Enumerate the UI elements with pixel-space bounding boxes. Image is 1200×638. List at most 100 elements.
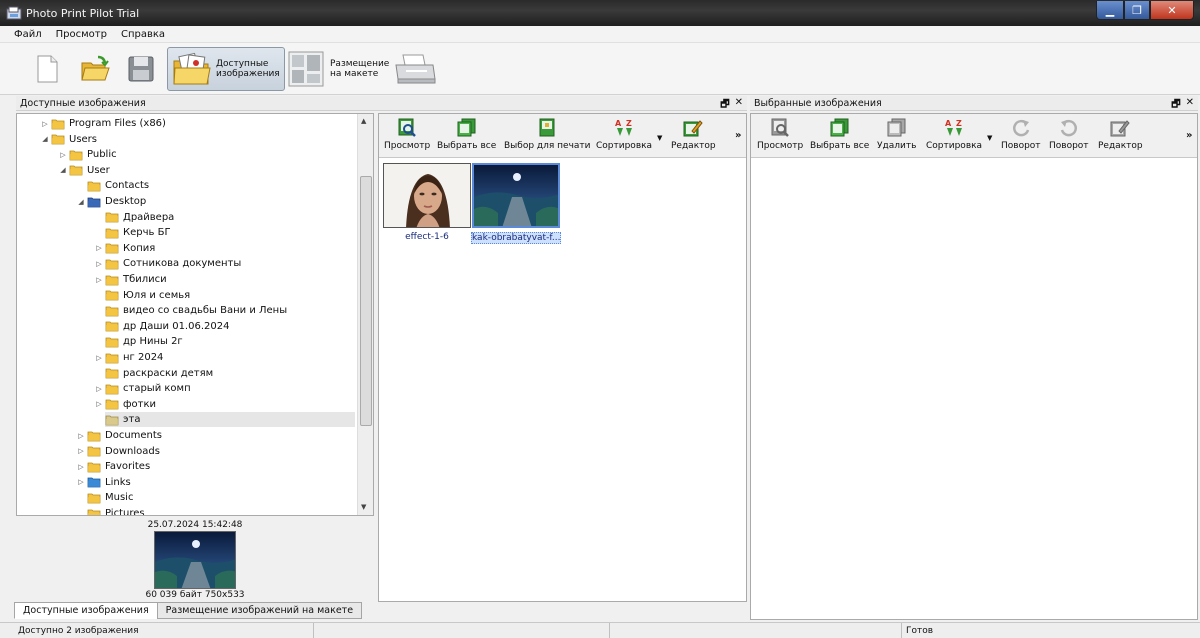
favorites-folder-icon bbox=[87, 462, 101, 473]
expand-arrow-icon[interactable]: ▷ bbox=[93, 400, 105, 408]
tree-item-label: Тбилиси bbox=[123, 274, 167, 285]
pin-icon[interactable]: 🗗 bbox=[1171, 97, 1180, 114]
tree-item[interactable]: ▷ Documents bbox=[75, 428, 162, 443]
more-tools-icon[interactable]: » bbox=[1186, 130, 1192, 141]
collapse-arrow-icon[interactable]: ◢ bbox=[75, 198, 87, 206]
tree-item[interactable]: ▷ Program Files (x86) bbox=[39, 116, 166, 131]
tree-item-label: Downloads bbox=[105, 445, 160, 457]
select-all-button[interactable]: Выбрать все bbox=[437, 118, 496, 151]
title-bar: Photo Print Pilot Trial ▁ ❐ ✕ bbox=[0, 0, 1200, 26]
menu-help[interactable]: Справка bbox=[121, 29, 165, 40]
tree-item[interactable]: ▷ Тбилиси bbox=[93, 272, 167, 287]
tree-item[interactable]: Юля и семья bbox=[93, 288, 190, 303]
tree-item[interactable]: ▷ Favorites bbox=[75, 459, 150, 474]
panel-close-icon[interactable]: ✕ bbox=[1186, 97, 1194, 114]
tree-item[interactable]: видео со свадьбы Вани и Лены bbox=[93, 303, 287, 318]
collapse-arrow-icon[interactable]: ◢ bbox=[39, 135, 51, 143]
expand-arrow-icon[interactable]: ▷ bbox=[93, 260, 105, 268]
menu-file[interactable]: Файл bbox=[14, 29, 42, 40]
rotate-left-icon bbox=[1012, 119, 1029, 137]
view-button[interactable]: Просмотр bbox=[757, 118, 803, 151]
expand-arrow-icon[interactable]: ▷ bbox=[39, 120, 51, 128]
tab-layout[interactable]: Размещение изображений на макете bbox=[156, 602, 363, 619]
tree-item-label: Керчь БГ bbox=[123, 227, 171, 239]
svg-text:A: A bbox=[615, 119, 622, 128]
expand-arrow-icon[interactable]: ▷ bbox=[93, 385, 105, 393]
expand-arrow-icon[interactable]: ▷ bbox=[93, 244, 105, 252]
view-button[interactable]: Просмотр bbox=[384, 118, 430, 151]
panel-close-icon[interactable]: ✕ bbox=[735, 97, 743, 114]
landscape-thumbnail bbox=[472, 163, 560, 228]
sort-button[interactable]: A Z Сортировка bbox=[926, 118, 982, 151]
tab-available-images[interactable]: Доступные изображения bbox=[14, 602, 158, 619]
sort-button[interactable]: A Z Сортировка bbox=[596, 118, 652, 151]
sort-dropdown-icon[interactable]: ▼ bbox=[657, 134, 662, 142]
tree-item[interactable]: др Нины 2г bbox=[93, 334, 183, 349]
image-thumbnail-selected[interactable]: kak-obrabatyvat-f... bbox=[471, 163, 561, 244]
tree-item[interactable]: ▷ нг 2024 bbox=[93, 350, 163, 365]
tree-item[interactable]: Керчь БГ bbox=[93, 225, 171, 240]
layout-button[interactable]: Размещение на макете bbox=[286, 47, 389, 91]
expand-arrow-icon[interactable]: ▷ bbox=[57, 151, 69, 159]
status-count: Доступно 2 изображения bbox=[14, 623, 314, 638]
pin-icon[interactable]: 🗗 bbox=[720, 97, 729, 114]
editor-button[interactable]: Редактор bbox=[671, 118, 716, 151]
maximize-button[interactable]: ❐ bbox=[1124, 1, 1150, 20]
expand-arrow-icon[interactable]: ▷ bbox=[93, 276, 105, 284]
expand-arrow-icon[interactable]: ▷ bbox=[75, 447, 87, 455]
rotate-left-button[interactable]: Поворот bbox=[1001, 118, 1041, 151]
save-button[interactable] bbox=[127, 47, 155, 91]
rotate-right-button[interactable]: Поворот bbox=[1049, 118, 1089, 151]
tree-item[interactable]: ▷ Копия bbox=[93, 241, 155, 256]
expand-arrow-icon[interactable]: ▷ bbox=[75, 463, 87, 471]
folder-tree[interactable]: ▷ Program Files (x86) ◢ Users ▷ Public ◢ User Co… bbox=[16, 113, 374, 516]
tree-item[interactable]: ◢ Users bbox=[39, 132, 97, 147]
tree-item[interactable]: ◢ User bbox=[57, 163, 110, 178]
tree-item[interactable]: раскраски детям bbox=[93, 366, 213, 381]
tree-item[interactable]: Pictures bbox=[75, 506, 145, 516]
sort-az-icon: A Z bbox=[945, 119, 963, 136]
tree-item[interactable]: Contacts bbox=[75, 178, 149, 193]
tree-scroll-thumb[interactable] bbox=[360, 176, 372, 426]
scroll-down-icon[interactable]: ▼ bbox=[361, 503, 366, 511]
tree-item[interactable]: эта bbox=[105, 412, 355, 428]
more-tools-icon[interactable]: » bbox=[735, 130, 741, 141]
select-for-print-button[interactable]: Выбор для печати bbox=[504, 118, 591, 151]
tree-item[interactable]: ▷ Сотникова документы bbox=[93, 256, 241, 271]
sort-dropdown-icon[interactable]: ▼ bbox=[987, 134, 992, 142]
tree-scrollbar[interactable]: ▲ ▼ bbox=[357, 114, 373, 515]
tree-item[interactable]: ▷ Public bbox=[57, 147, 116, 162]
available-images-header: Доступные изображения 🗗 ✕ bbox=[16, 96, 747, 111]
new-button[interactable] bbox=[34, 47, 60, 91]
collapse-arrow-icon[interactable]: ◢ bbox=[57, 166, 69, 174]
expand-arrow-icon[interactable]: ▷ bbox=[75, 478, 87, 486]
scroll-up-icon[interactable]: ▲ bbox=[361, 117, 366, 125]
tree-item[interactable]: др Даши 01.06.2024 bbox=[93, 319, 229, 334]
images-folder-icon bbox=[173, 52, 211, 85]
folder-icon bbox=[105, 353, 119, 363]
tree-item[interactable]: ▷ фотки bbox=[93, 397, 156, 412]
tree-item[interactable]: Драйвера bbox=[93, 210, 174, 225]
tree-item[interactable]: ▷ Links bbox=[75, 475, 130, 490]
documents-folder-icon bbox=[87, 431, 101, 441]
music-folder-icon bbox=[87, 493, 101, 504]
print-button[interactable] bbox=[393, 47, 437, 91]
select-all-button[interactable]: Выбрать все bbox=[810, 118, 869, 151]
folder-icon bbox=[105, 306, 119, 317]
expand-arrow-icon[interactable]: ▷ bbox=[93, 354, 105, 362]
menu-view[interactable]: Просмотр bbox=[56, 29, 107, 40]
available-images-button[interactable]: Доступные изображения bbox=[167, 47, 285, 91]
tree-item[interactable]: Music bbox=[75, 490, 133, 505]
tree-item[interactable]: ▷ старый комп bbox=[93, 381, 190, 396]
open-button[interactable] bbox=[80, 47, 110, 91]
close-button[interactable]: ✕ bbox=[1150, 1, 1194, 20]
tree-item[interactable]: ◢ Desktop bbox=[75, 194, 146, 209]
image-thumbnail[interactable]: effect-1-6 bbox=[382, 163, 472, 242]
delete-button[interactable]: Удалить bbox=[877, 118, 916, 151]
layout-grid-icon bbox=[288, 51, 324, 87]
tree-item[interactable]: ▷ Downloads bbox=[75, 444, 160, 459]
expand-arrow-icon[interactable]: ▷ bbox=[75, 432, 87, 440]
editor-button[interactable]: Редактор bbox=[1098, 118, 1143, 151]
tree-item-label: Pictures bbox=[105, 508, 145, 516]
minimize-button[interactable]: ▁ bbox=[1096, 1, 1124, 20]
